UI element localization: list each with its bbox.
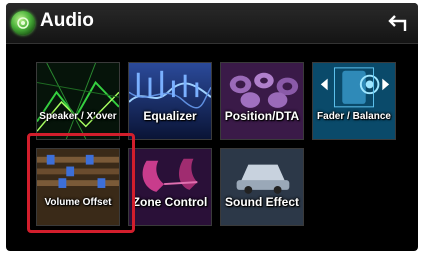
zone-control-label: Zone Control — [132, 195, 208, 209]
page-title: Audio — [40, 10, 94, 31]
fader-balance-tile[interactable]: Fader / Balance — [312, 62, 396, 140]
equalizer-image — [129, 63, 211, 139]
position-dta-label: Position/DTA — [224, 109, 300, 123]
equalizer-label: Equalizer — [143, 109, 197, 123]
fader-balance-label: Fader / Balance — [317, 111, 391, 122]
back-button[interactable] — [382, 9, 412, 37]
zone-control-tile[interactable]: Zone Control — [128, 148, 212, 226]
fader-balance-image — [313, 63, 395, 139]
speaker-xover-image — [37, 63, 119, 139]
selection-highlight — [27, 133, 135, 233]
sound-effect-label: Sound Effect — [225, 195, 299, 209]
zone-control-image — [129, 149, 211, 225]
sound-effect-image — [221, 149, 303, 225]
position-dta-tile[interactable]: Position/DTA — [220, 62, 304, 140]
position-dta-image — [221, 63, 303, 139]
audio-app-icon — [11, 11, 35, 35]
title-bar: Audio — [6, 3, 418, 44]
equalizer-tile[interactable]: Equalizer — [128, 62, 212, 140]
speaker-xover-tile[interactable]: Speaker / X'over — [36, 62, 120, 140]
back-arrow-icon — [388, 15, 407, 31]
sound-effect-tile[interactable]: Sound Effect — [220, 148, 304, 226]
speaker-xover-label: Speaker / X'over — [39, 111, 117, 122]
